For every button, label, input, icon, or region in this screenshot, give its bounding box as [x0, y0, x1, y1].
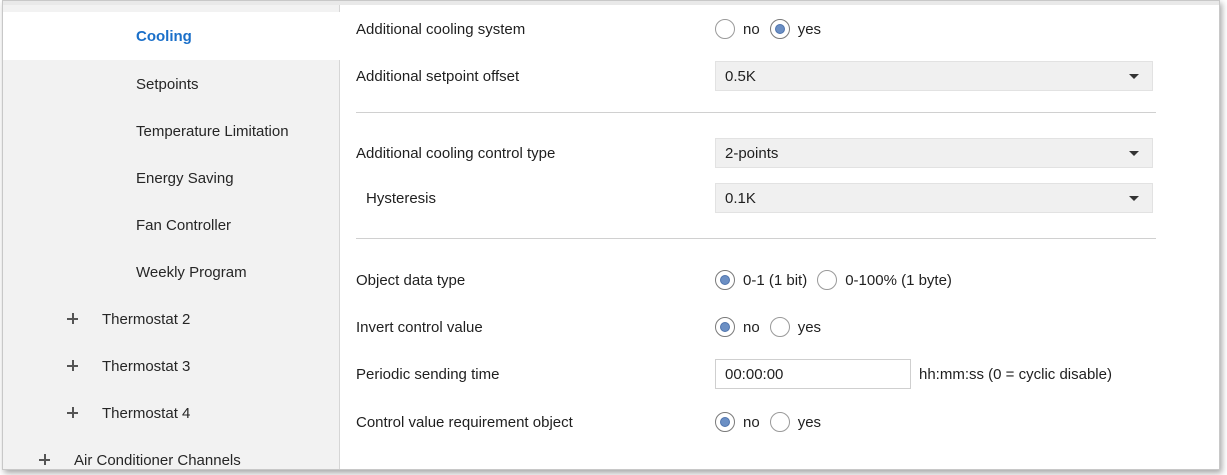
radio-button[interactable]	[817, 270, 838, 290]
radio-label: no	[743, 413, 760, 431]
setting-label: Periodic sending time	[356, 365, 500, 383]
sidebar-item-setpoints[interactable]: Setpoints	[3, 60, 340, 108]
radio-button-selected[interactable]	[715, 270, 735, 290]
radio-button-selected[interactable]	[715, 317, 735, 337]
sidebar-item-thermostat-3[interactable]: Thermostat 3	[3, 342, 340, 390]
sidebar-item-cooling[interactable]: Cooling	[3, 12, 340, 60]
radio-label: 0-100% (1 byte)	[845, 271, 952, 289]
radio-group: no yes	[715, 412, 831, 432]
radio-label: 0-1 (1 bit)	[743, 271, 808, 289]
radio-button-selected[interactable]	[715, 412, 735, 432]
radio-no[interactable]: no	[715, 317, 760, 337]
radio-label: yes	[797, 318, 822, 336]
radio-group: no yes	[715, 317, 831, 337]
sidebar-item-label: Cooling	[136, 27, 192, 45]
input-value: 00:00:00	[725, 365, 784, 383]
app-window: Cooling Setpoints Temperature Limitation…	[2, 0, 1220, 470]
dropdown-value: 0.5K	[725, 67, 756, 85]
setpoint-offset-dropdown[interactable]: 0.5K	[715, 61, 1153, 91]
radio-button[interactable]	[715, 19, 735, 39]
section-divider	[356, 238, 1156, 239]
sending-time-hint: hh:mm:ss (0 = cyclic disable)	[919, 365, 1112, 383]
radio-yes[interactable]: yes	[769, 19, 822, 39]
radio-1-bit[interactable]: 0-1 (1 bit)	[715, 270, 807, 290]
setting-additional-cooling-system: Additional cooling system no yes	[340, 9, 1219, 49]
dropdown-value: 0.1K	[725, 189, 756, 207]
setting-label: Additional setpoint offset	[356, 67, 520, 85]
dropdown-value: 2-points	[725, 144, 779, 162]
chevron-down-icon	[1129, 74, 1139, 79]
sidebar-item-label: Weekly Program	[136, 263, 247, 281]
sidebar-item-label: Temperature Limitation	[136, 122, 289, 140]
setting-label: Control value requirement object	[356, 413, 573, 431]
radio-group: no yes	[715, 19, 831, 39]
radio-label: no	[743, 318, 760, 336]
setting-label: Hysteresis	[366, 189, 437, 207]
sidebar-item-label: Setpoints	[136, 75, 199, 93]
sidebar-item-thermostat-2[interactable]: Thermostat 2	[3, 295, 340, 343]
sidebar: Cooling Setpoints Temperature Limitation…	[3, 5, 340, 469]
sidebar-item-label: Thermostat 4	[102, 404, 191, 422]
sidebar-item-energy-saving[interactable]: Energy Saving	[3, 154, 340, 202]
setting-periodic-sending-time: Periodic sending time 00:00:00 hh:mm:ss …	[340, 354, 1219, 394]
radio-button[interactable]	[769, 317, 790, 337]
radio-no[interactable]: no	[715, 412, 760, 432]
radio-label: no	[743, 20, 760, 38]
setting-additional-cooling-control-type: Additional cooling control type 2-points	[340, 133, 1219, 173]
settings-panel: Additional cooling system no yes Additio…	[340, 5, 1219, 469]
sidebar-item-thermostat-4[interactable]: Thermostat 4	[3, 389, 340, 437]
sidebar-item-label: Thermostat 3	[102, 357, 191, 375]
plus-icon[interactable]	[67, 407, 79, 419]
radio-button-selected[interactable]	[769, 19, 790, 39]
sidebar-item-label: Fan Controller	[136, 216, 232, 234]
section-divider	[356, 112, 1156, 113]
sidebar-item-temperature-limitation[interactable]: Temperature Limitation	[3, 107, 340, 155]
radio-1-byte[interactable]: 0-100% (1 byte)	[817, 270, 952, 290]
setting-invert-control-value: Invert control value no yes	[340, 307, 1219, 347]
radio-label: yes	[797, 20, 822, 38]
setting-label: Invert control value	[356, 318, 483, 336]
setting-label: Additional cooling control type	[356, 144, 556, 162]
radio-button[interactable]	[769, 412, 790, 432]
chevron-down-icon	[1129, 196, 1139, 201]
setting-control-value-requirement-object: Control value requirement object no yes	[340, 402, 1219, 442]
setting-hysteresis: Hysteresis 0.1K	[340, 178, 1219, 218]
plus-icon[interactable]	[39, 454, 51, 466]
sidebar-item-label: Thermostat 2	[102, 310, 191, 328]
control-type-dropdown[interactable]: 2-points	[715, 138, 1153, 168]
sending-time-input[interactable]: 00:00:00	[715, 359, 911, 389]
setting-label: Object data type	[356, 271, 466, 289]
setting-label: Additional cooling system	[356, 20, 526, 38]
sidebar-item-label: Energy Saving	[136, 169, 234, 187]
radio-yes[interactable]: yes	[769, 317, 822, 337]
radio-group: 0-1 (1 bit) 0-100% (1 byte)	[715, 270, 962, 290]
plus-icon[interactable]	[67, 360, 79, 372]
radio-label: yes	[797, 413, 822, 431]
sidebar-item-label: Air Conditioner Channels	[74, 451, 241, 469]
sidebar-item-fan-controller[interactable]: Fan Controller	[3, 201, 340, 249]
chevron-down-icon	[1129, 151, 1139, 156]
sidebar-item-air-conditioner-channels[interactable]: Air Conditioner Channels	[3, 436, 340, 469]
radio-no[interactable]: no	[715, 19, 760, 39]
hysteresis-dropdown[interactable]: 0.1K	[715, 183, 1153, 213]
plus-icon[interactable]	[67, 313, 79, 325]
setting-additional-setpoint-offset: Additional setpoint offset 0.5K	[340, 56, 1219, 96]
radio-yes[interactable]: yes	[769, 412, 822, 432]
sidebar-item-weekly-program[interactable]: Weekly Program	[3, 248, 340, 296]
setting-object-data-type: Object data type 0-1 (1 bit) 0-100% (1 b…	[340, 260, 1219, 300]
